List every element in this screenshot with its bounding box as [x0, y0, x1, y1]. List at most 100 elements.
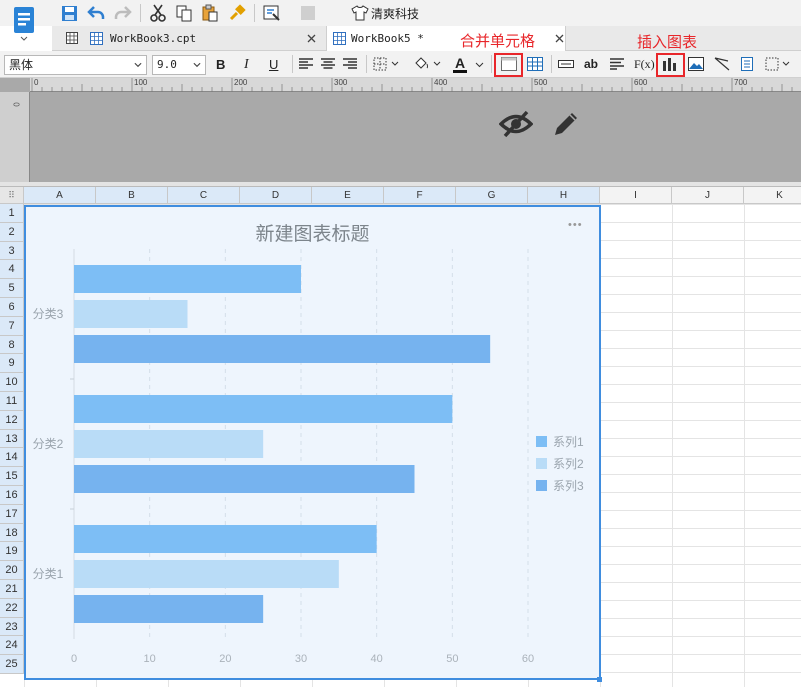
app-menu-icon[interactable] — [10, 4, 38, 44]
column-header-g[interactable]: G — [456, 187, 528, 204]
underline-button[interactable]: U — [269, 57, 278, 72]
italic-button[interactable]: I — [244, 57, 249, 73]
image-icon[interactable] — [687, 56, 705, 72]
ruler-label: 400 — [434, 78, 448, 87]
chart-resize-handle[interactable] — [597, 677, 602, 682]
ruler-label: 500 — [534, 78, 548, 87]
sub-report-icon[interactable] — [739, 56, 755, 72]
row-header-15[interactable]: 15 — [0, 467, 24, 486]
text-field-icon[interactable] — [557, 56, 575, 72]
slash-line-icon[interactable] — [713, 56, 731, 72]
row-header-19[interactable]: 19 — [0, 542, 24, 562]
bar-分类3-系列1 — [74, 265, 301, 293]
row-header-22[interactable]: 22 — [0, 598, 24, 618]
chart-more-button[interactable]: ••• — [568, 219, 583, 231]
redo-icon[interactable] — [113, 3, 133, 23]
column-header-j[interactable]: J — [672, 187, 744, 204]
paste-icon[interactable] — [200, 3, 220, 23]
row-header-18[interactable]: 18 — [0, 523, 24, 543]
bar-分类1-系列3 — [74, 595, 264, 623]
row-header-6[interactable]: 6 — [0, 298, 24, 317]
preview-icon[interactable] — [262, 3, 282, 23]
bold-button[interactable]: B — [216, 57, 225, 72]
column-header-f[interactable]: F — [384, 187, 456, 204]
column-header-k[interactable]: K — [744, 187, 801, 204]
toolbar-divider — [551, 55, 552, 73]
row-header-20[interactable]: 20 — [0, 561, 24, 580]
bar-分类1-系列1 — [74, 525, 377, 553]
tab-workbook3[interactable]: WorkBook3.cpt — [52, 26, 326, 51]
align-center-icon[interactable] — [320, 56, 336, 72]
copy-icon[interactable] — [174, 3, 194, 23]
column-header-h[interactable]: H — [528, 187, 600, 204]
row-header-8[interactable]: 8 — [0, 335, 24, 355]
cut-icon[interactable] — [148, 3, 168, 23]
x-tick-label: 20 — [219, 653, 231, 665]
chart-canvas: 0 10 20 30 40 50 60 分类1 分类2 分类3 系列1 系列2 系列3 — [33, 249, 584, 665]
shirt-icon[interactable] — [350, 3, 370, 23]
text-insert-button[interactable]: ab — [584, 57, 598, 71]
column-header-a[interactable]: A — [24, 187, 96, 204]
row-header-10[interactable]: 10 — [0, 373, 24, 392]
text-color-letter: A — [455, 55, 466, 71]
legend-label: 系列3 — [553, 479, 584, 493]
border-icon[interactable] — [372, 56, 402, 72]
row-header-9[interactable]: 9 — [0, 354, 24, 374]
toolbar-divider — [140, 4, 141, 22]
close-icon[interactable] — [554, 33, 565, 44]
disabled-tool-icon — [298, 3, 318, 23]
font-family-select[interactable]: 黑体 — [4, 55, 147, 75]
row-header-3[interactable]: 3 — [0, 241, 24, 261]
font-size-value: 9.0 — [157, 58, 177, 71]
align-right-icon[interactable] — [342, 56, 358, 72]
row-header-17[interactable]: 17 — [0, 504, 24, 524]
fill-color-icon[interactable] — [412, 56, 444, 72]
x-tick-label: 40 — [371, 653, 383, 665]
row-header-12[interactable]: 12 — [0, 410, 24, 430]
row-header-25[interactable]: 25 — [0, 655, 24, 674]
legend-swatch — [536, 458, 547, 469]
formula-button[interactable]: F(x) — [634, 57, 655, 72]
format-painter-icon[interactable] — [227, 3, 247, 23]
bar-分类3-系列2 — [74, 300, 188, 328]
row-header-1[interactable]: 1 — [0, 204, 24, 223]
row-header-16[interactable]: 16 — [0, 486, 24, 505]
font-size-select[interactable]: 9.0 — [152, 55, 206, 75]
row-header-21[interactable]: 21 — [0, 580, 24, 599]
bar-分类2-系列1 — [74, 395, 453, 423]
row-header-2[interactable]: 2 — [0, 222, 24, 242]
column-header-b[interactable]: B — [96, 187, 168, 204]
text-color-button[interactable]: A — [452, 55, 486, 75]
row-header-13[interactable]: 13 — [0, 429, 24, 449]
select-all-corner[interactable]: ⠿ — [0, 187, 24, 204]
chart-container[interactable]: 0 10 20 30 40 50 60 分类1 分类2 分类3 系列1 系列2 系列3 新建图表标题 •… — [24, 205, 601, 680]
hide-eye-icon[interactable] — [498, 108, 534, 140]
close-icon[interactable] — [306, 33, 317, 44]
ruler-label: 0 — [34, 78, 39, 87]
row-header-5[interactable]: 5 — [0, 279, 24, 298]
legend-label: 系列2 — [553, 457, 584, 471]
row-header-4[interactable]: 4 — [0, 260, 24, 280]
theme-button-label[interactable]: 清爽科技 — [371, 5, 419, 22]
tab-label: WorkBook3.cpt — [110, 32, 197, 45]
toolbar-divider — [254, 4, 255, 22]
undo-icon[interactable] — [86, 3, 106, 23]
insert-chart-highlight — [656, 53, 685, 77]
edit-pencil-icon[interactable] — [550, 108, 582, 140]
table-icon[interactable] — [526, 56, 544, 72]
save-icon[interactable] — [59, 3, 79, 23]
column-header-i[interactable]: I — [600, 187, 672, 204]
bar-分类1-系列2 — [74, 560, 339, 588]
row-header-7[interactable]: 7 — [0, 316, 24, 336]
column-header-c[interactable]: C — [168, 187, 240, 204]
column-header-e[interactable]: E — [312, 187, 384, 204]
column-header-d[interactable]: D — [240, 187, 312, 204]
row-header-14[interactable]: 14 — [0, 448, 24, 468]
row-header-24[interactable]: 24 — [0, 636, 24, 656]
rich-text-icon[interactable] — [609, 56, 625, 72]
frame-border-icon[interactable] — [764, 56, 792, 72]
row-header-11[interactable]: 11 — [0, 392, 24, 411]
x-tick-label: 0 — [71, 653, 77, 665]
row-header-23[interactable]: 23 — [0, 617, 24, 637]
align-left-icon[interactable] — [298, 56, 314, 72]
